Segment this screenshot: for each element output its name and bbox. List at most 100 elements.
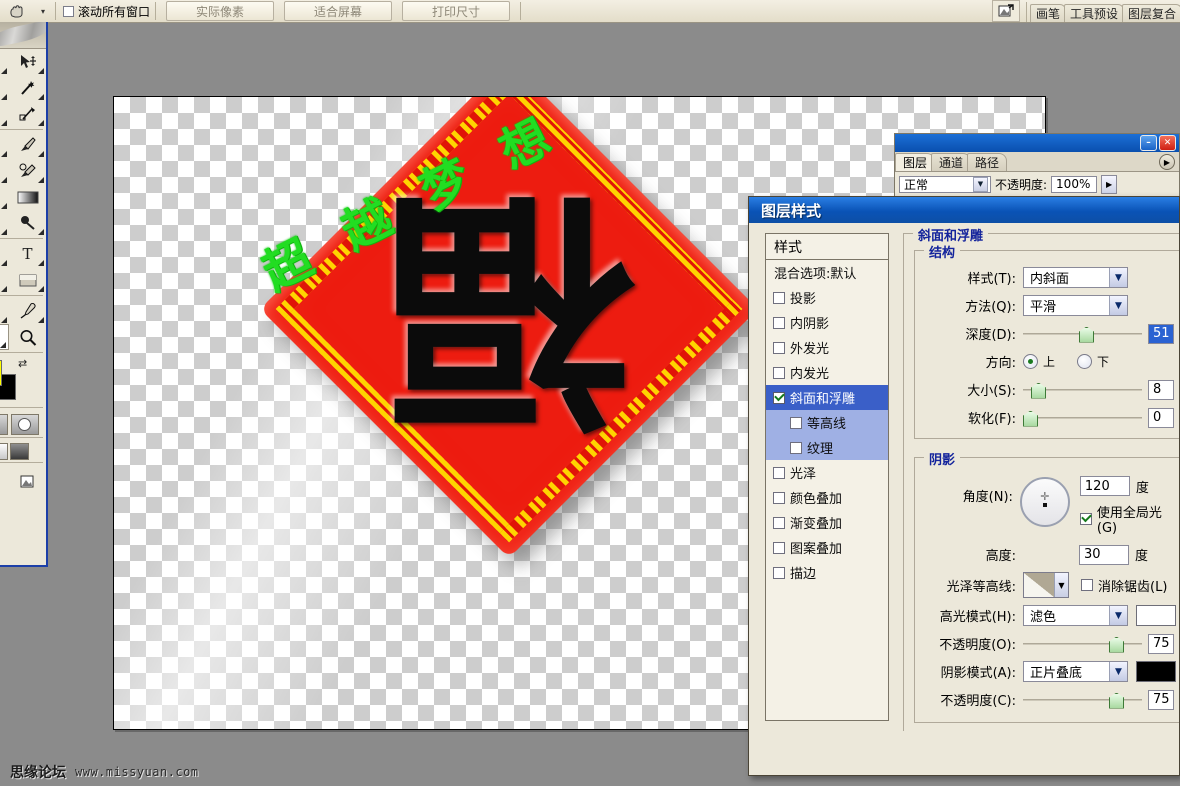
style-item-blending-options[interactable]: 混合选项:默认	[766, 260, 888, 285]
style-checkbox[interactable]	[773, 341, 785, 354]
angle-value-field[interactable]: 120	[1079, 476, 1130, 496]
scroll-all-windows-checkbox[interactable]: 滚动所有窗口	[63, 3, 150, 20]
palette-menu-icon[interactable]: ▶	[1159, 154, 1175, 170]
use-global-light-checkbox[interactable]	[1079, 513, 1092, 525]
chevron-down-icon[interactable]: ▼	[1054, 573, 1068, 597]
style-item-gradient-overlay[interactable]: 渐变叠加	[766, 510, 888, 535]
dodge-tool-icon[interactable]	[9, 210, 46, 236]
close-icon[interactable]: ✕	[1159, 135, 1176, 151]
technique-select[interactable]: 平滑 ▼	[1023, 295, 1128, 316]
style-checkbox[interactable]	[773, 466, 785, 479]
blur-tool-icon[interactable]	[0, 210, 9, 236]
imageready-icon[interactable]	[10, 468, 46, 494]
swap-colors-icon[interactable]: ⇄	[18, 357, 27, 370]
style-checkbox[interactable]	[773, 541, 785, 554]
highlight-opacity-thumb[interactable]	[1109, 636, 1124, 653]
layers-palette-title-bar[interactable]: – ✕	[895, 134, 1179, 152]
zoom-tool-icon[interactable]	[9, 324, 46, 350]
gloss-contour-picker[interactable]: ▼	[1023, 572, 1069, 598]
chevron-down-icon[interactable]: ▼	[1109, 268, 1127, 287]
angle-dial[interactable]: ✛	[1019, 477, 1070, 527]
soften-slider-thumb[interactable]	[1023, 410, 1038, 427]
style-item-stroke[interactable]: 描边	[766, 560, 888, 585]
move-tool-icon[interactable]	[9, 49, 46, 75]
lasso-tool-icon[interactable]	[0, 75, 9, 101]
depth-slider[interactable]	[1023, 326, 1142, 343]
size-slider-thumb[interactable]	[1031, 382, 1046, 399]
print-size-button[interactable]: 打印尺寸	[402, 1, 511, 21]
opacity-stepper[interactable]: ▶	[1101, 174, 1118, 194]
crop-tool-icon[interactable]	[0, 101, 9, 127]
marquee-tool-icon[interactable]	[0, 49, 9, 75]
style-item-drop-shadow[interactable]: 投影	[766, 285, 888, 310]
soften-value-field[interactable]: 0	[1148, 407, 1174, 428]
style-item-color-overlay[interactable]: 颜色叠加	[766, 485, 888, 510]
layer-style-title-bar[interactable]: 图层样式	[749, 197, 1179, 223]
styles-header[interactable]: 样式	[765, 233, 889, 259]
palette-tab-layer-comps[interactable]: 图层复合	[1121, 4, 1180, 22]
soften-slider[interactable]	[1023, 410, 1142, 427]
style-checkbox[interactable]	[773, 316, 785, 329]
style-checkbox[interactable]	[773, 366, 785, 379]
style-item-satin[interactable]: 光泽	[766, 460, 888, 485]
type-tool-icon[interactable]: T	[9, 241, 46, 267]
direction-up-radio[interactable]	[1023, 354, 1038, 369]
style-checkbox[interactable]	[773, 391, 785, 404]
tab-layers[interactable]: 图层	[895, 153, 936, 171]
opacity-field[interactable]: 100%	[1051, 175, 1098, 193]
eraser-tool-icon[interactable]	[0, 184, 9, 210]
chevron-down-icon[interactable]: ▼	[1109, 296, 1127, 315]
image-ready-icon[interactable]	[991, 0, 1020, 22]
style-item-texture[interactable]: 纹理	[766, 435, 888, 460]
slice-tool-icon[interactable]	[9, 101, 46, 127]
actual-pixels-button[interactable]: 实际像素	[166, 1, 275, 21]
full-screen-mode-button[interactable]	[10, 443, 29, 460]
style-checkbox[interactable]	[790, 416, 802, 429]
quick-mask-mode-button[interactable]	[10, 414, 39, 435]
style-item-pattern-overlay[interactable]: 图案叠加	[766, 535, 888, 560]
style-checkbox[interactable]	[773, 491, 785, 504]
eyedropper-tool-icon[interactable]	[9, 298, 46, 324]
style-item-outer-glow[interactable]: 外发光	[766, 335, 888, 360]
depth-value-field[interactable]: 51	[1148, 323, 1174, 344]
style-checkbox[interactable]	[773, 566, 785, 579]
size-slider[interactable]	[1023, 382, 1142, 399]
fit-on-screen-button[interactable]: 适合屏幕	[284, 1, 393, 21]
shadow-opacity-slider[interactable]	[1023, 692, 1142, 709]
shadow-opacity-thumb[interactable]	[1109, 692, 1124, 709]
blend-mode-select[interactable]: 正常 ▼	[899, 175, 991, 193]
highlight-opacity-field[interactable]: 75	[1148, 633, 1174, 654]
background-color-swatch[interactable]	[0, 374, 16, 400]
bevel-style-select[interactable]: 内斜面 ▼	[1023, 267, 1128, 288]
foreground-color-swatch[interactable]	[0, 360, 2, 386]
highlight-color-swatch[interactable]	[1136, 605, 1176, 626]
brush-tool-icon[interactable]	[9, 132, 46, 158]
standard-mode-button[interactable]	[0, 414, 8, 435]
style-item-bevel-and-emboss[interactable]: 斜面和浮雕	[766, 385, 888, 410]
hand-tool-icon-selected[interactable]	[0, 324, 9, 350]
toolbox-title-bar[interactable]	[0, 22, 46, 49]
notes-tool-icon[interactable]	[0, 298, 9, 324]
standard-screen-mode-button[interactable]	[0, 443, 8, 460]
direction-down-radio[interactable]	[1077, 354, 1093, 369]
shadow-color-swatch[interactable]	[1136, 661, 1176, 682]
path-selection-tool-icon[interactable]	[0, 241, 9, 267]
chevron-down-icon[interactable]: ▼	[973, 176, 988, 192]
tab-channels[interactable]: 通道	[931, 153, 972, 171]
style-checkbox[interactable]	[773, 291, 785, 304]
style-item-inner-shadow[interactable]: 内阴影	[766, 310, 888, 335]
clone-stamp-tool-icon[interactable]	[0, 158, 9, 184]
size-value-field[interactable]: 8	[1148, 379, 1174, 400]
hand-tool-icon[interactable]	[0, 1, 36, 21]
minimize-icon[interactable]: –	[1140, 135, 1157, 151]
magic-wand-tool-icon[interactable]	[9, 75, 46, 101]
history-brush-tool-icon[interactable]	[9, 158, 46, 184]
jump-to-imageready-icon[interactable]	[0, 468, 8, 494]
depth-slider-thumb[interactable]	[1079, 326, 1094, 343]
palette-tab-tool-presets[interactable]: 工具预设	[1063, 4, 1124, 22]
chevron-down-icon[interactable]: ▼	[1109, 662, 1127, 681]
scroll-all-windows-box[interactable]	[63, 5, 74, 17]
shadow-mode-select[interactable]: 正片叠底 ▼	[1023, 661, 1128, 682]
tool-preset-caret-icon[interactable]: ▾	[36, 7, 50, 16]
style-checkbox[interactable]	[773, 516, 785, 529]
